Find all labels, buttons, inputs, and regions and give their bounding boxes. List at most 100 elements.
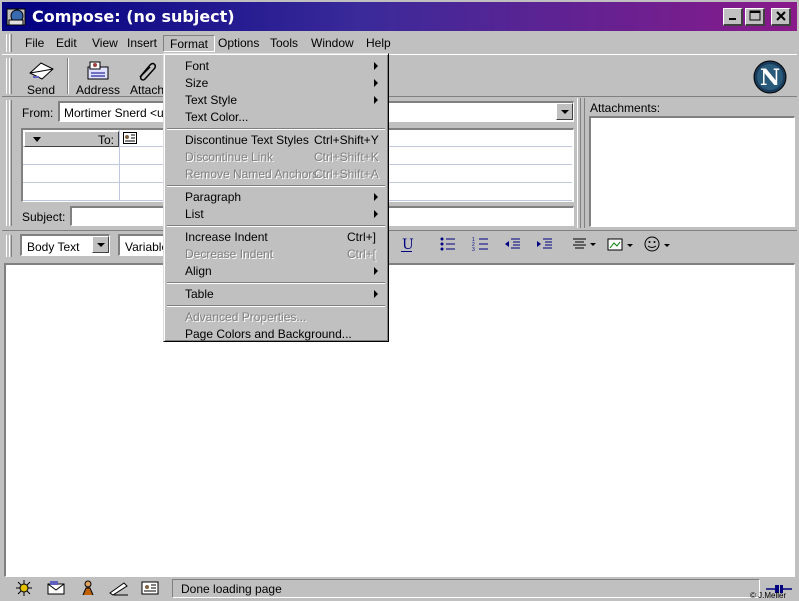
netscape-logo-icon[interactable]: N [753,60,787,94]
menuitem-list[interactable]: List [167,205,385,222]
menuitem-size[interactable]: Size [167,74,385,91]
navigator-icon[interactable] [14,579,34,597]
menu-label: Edit [56,36,77,50]
menuitem-paragraph[interactable]: Paragraph [167,188,385,205]
menuitem-label: Paragraph [185,190,242,204]
increase-indent-icon[interactable] [536,236,554,252]
menubar-grip[interactable] [6,34,12,52]
menuitem-label: Discontinue Text Styles [185,133,309,147]
menuitem-text-style[interactable]: Text Style [167,91,385,108]
menuitem-label: Increase Indent [185,230,268,244]
menu-label: File [25,36,45,50]
menu-options[interactable]: Options [212,35,265,52]
menuitem-label: Remove Named Anchors [185,167,319,181]
people-icon[interactable] [78,579,98,597]
menu-tools[interactable]: Tools [264,35,304,52]
maximize-button[interactable] [745,8,765,26]
menuitem-font[interactable]: Font [167,57,385,74]
font-value: Variable [125,240,169,254]
toolbar-grip[interactable] [6,58,12,94]
address-book-icon[interactable] [140,579,160,597]
smiley-icon[interactable] [644,236,674,254]
menuitem-advanced-properties: Advanced Properties... [167,308,385,325]
attachments-list[interactable] [589,116,795,227]
decrease-indent-icon[interactable] [504,236,522,252]
align-dropdown-icon[interactable] [572,236,600,252]
menuitem-shortcut: Ctrl+Shift+Y [314,133,379,147]
mail-icon[interactable] [46,579,66,597]
title-bar[interactable]: Compose: (no subject) [2,2,797,31]
menu-window[interactable]: Window [305,35,360,52]
composer-app-icon[interactable] [6,6,28,28]
menuitem-discontinue-text-styles[interactable]: Discontinue Text Styles Ctrl+Shift+Y [167,131,385,148]
address-type-dropdown[interactable]: To: [24,131,119,147]
menuitem-text-color[interactable]: Text Color... [167,108,385,125]
menuitem-increase-indent[interactable]: Increase Indent Ctrl+] [167,228,385,245]
bullet-list-icon[interactable] [439,236,457,252]
svg-text:N: N [760,65,780,91]
subject-label: Subject: [22,210,66,224]
maximize-icon [749,10,761,21]
menu-view[interactable]: View [86,35,124,52]
menuitem-page-colors[interactable]: Page Colors and Background... [167,325,385,342]
menu-format[interactable]: Format [163,35,216,52]
menuitem-label: Text Color... [185,110,249,124]
send-icon [29,62,54,80]
menu-separator [167,305,385,307]
menuitem-label: Page Colors and Background... [185,327,352,341]
toolbar-separator [67,58,69,94]
paragraph-style-value: Body Text [27,240,80,254]
menuitem-decrease-indent: Decrease Indent Ctrl+[ [167,245,385,262]
numbered-list-icon[interactable]: 123 [472,236,490,252]
main-toolbar: Send Address Attach N [2,54,797,97]
format-menu-dropdown: Font Size Text Style Text Color... Disco… [163,53,389,342]
from-value: Mortimer Snerd <use [64,106,177,120]
format-toolbar-grip[interactable] [6,235,12,257]
menu-label: Insert [127,36,158,50]
chevron-down-icon[interactable] [92,236,109,253]
menuitem-shortcut: Ctrl+] [347,230,377,244]
menuitem-align[interactable]: Align [167,262,385,279]
close-button[interactable] [771,8,791,26]
submenu-arrow-icon [374,267,378,275]
menuitem-label: Decrease Indent [185,247,274,261]
menu-insert[interactable]: Insert [121,35,163,52]
menu-label: Window [311,36,354,50]
insert-object-icon[interactable] [607,236,637,254]
submenu-arrow-icon [374,62,378,70]
status-text: Done loading page [172,579,760,598]
menuitem-label: Align [185,264,212,278]
address-label: Address [76,83,121,97]
to-label: To: [97,133,114,147]
address-button[interactable]: Address [76,59,120,97]
address-book-icon [87,61,109,80]
address-column-divider [119,130,120,200]
menu-file[interactable]: File [19,35,50,52]
submenu-arrow-icon [374,79,378,87]
menuitem-shortcut: Ctrl+Shift+K [314,150,379,164]
address-card-icon [123,132,137,144]
menuitem-table[interactable]: Table [167,285,385,302]
status-message: Done loading page [181,582,282,596]
window-title: Compose: (no subject) [32,7,235,26]
message-body-editor[interactable] [4,263,795,577]
menuitem-label: Table [185,287,214,301]
submenu-arrow-icon [374,193,378,201]
menu-separator [167,282,385,284]
menu-help[interactable]: Help [360,35,397,52]
menuitem-discontinue-link: Discontinue Link Ctrl+Shift+K [167,148,385,165]
menu-edit[interactable]: Edit [50,35,83,52]
paragraph-style-select[interactable]: Body Text [20,234,110,256]
copyright-watermark: © J.Meller [750,591,787,600]
send-label: Send [26,83,56,97]
underline-icon[interactable]: U [400,236,414,254]
send-button[interactable]: Send [22,59,60,97]
menu-label: Tools [270,36,299,50]
chevron-down-icon[interactable] [556,103,573,120]
composer-icon[interactable] [108,579,130,597]
minimize-button[interactable] [723,8,743,26]
format-toolbar: Body Text Variable U 123 [2,230,797,260]
attachments-splitter[interactable] [577,98,585,228]
header-grip[interactable] [6,100,12,226]
menuitem-label: Size [185,76,209,90]
